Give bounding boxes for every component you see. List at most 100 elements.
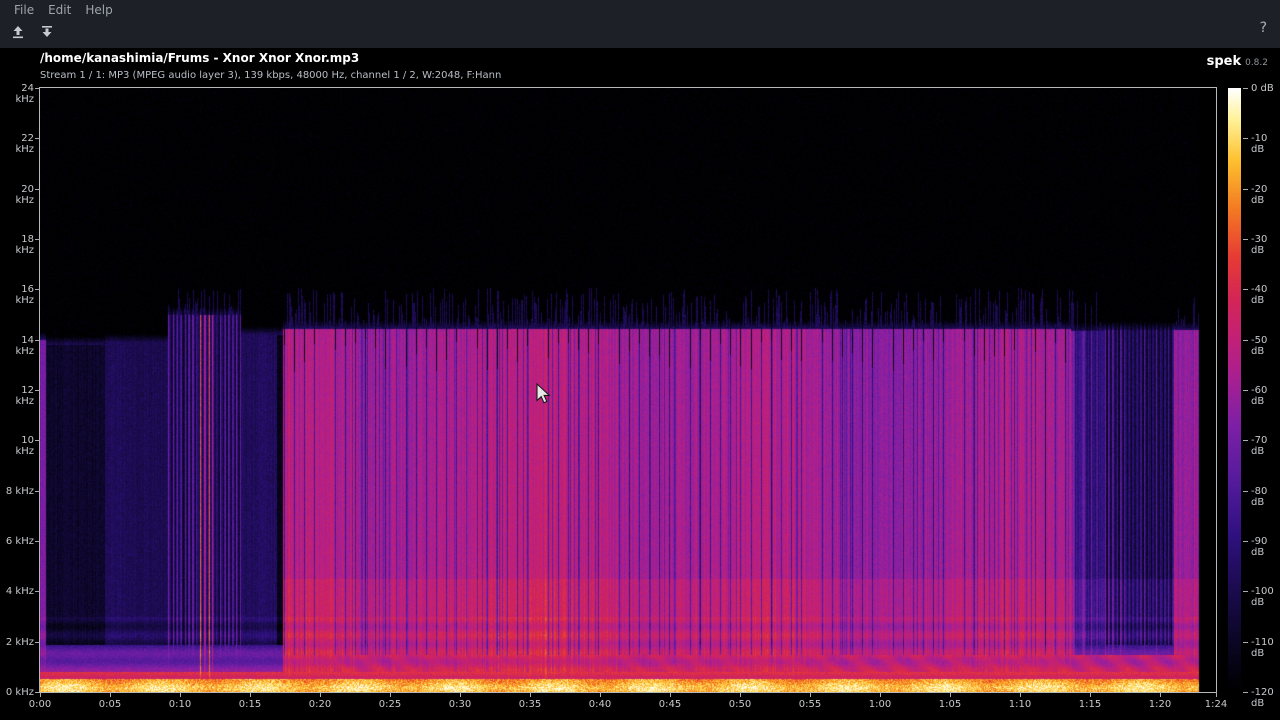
time-tick-label: 1:10 xyxy=(1008,699,1032,710)
db-tick xyxy=(1243,189,1248,190)
freq-tick-label: 22 kHz xyxy=(15,133,34,155)
db-tick xyxy=(1243,692,1248,693)
freq-tick xyxy=(35,189,40,190)
app-name: spek xyxy=(1206,54,1242,69)
freq-tick xyxy=(35,340,40,341)
time-tick xyxy=(1160,692,1161,697)
db-tick-label: -120 dB xyxy=(1251,687,1274,709)
open-file-button[interactable] xyxy=(9,25,27,43)
db-tick xyxy=(1243,88,1248,89)
time-tick xyxy=(880,692,881,697)
time-tick-label: 0:25 xyxy=(378,699,402,710)
freq-tick-label: 18 kHz xyxy=(15,234,34,256)
freq-tick-label: 16 kHz xyxy=(15,284,34,306)
freq-tick-label: 12 kHz xyxy=(15,385,34,407)
time-tick-label: 1:24 xyxy=(1204,699,1228,710)
freq-tick xyxy=(35,88,40,89)
help-icon[interactable]: ? xyxy=(1260,20,1267,36)
db-tick-label: -30 dB xyxy=(1251,234,1268,256)
time-tick-label: 0:55 xyxy=(798,699,822,710)
stream-info: Stream 1 / 1: MP3 (MPEG audio layer 3), … xyxy=(40,70,502,81)
db-tick-label: 0 dB xyxy=(1251,83,1274,94)
freq-tick-label: 8 kHz xyxy=(5,486,34,497)
toolbar xyxy=(0,19,56,48)
freq-tick-label: 14 kHz xyxy=(15,335,34,357)
freq-tick-label: 4 kHz xyxy=(5,586,34,597)
db-tick-label: -40 dB xyxy=(1251,284,1268,306)
db-tick xyxy=(1243,239,1248,240)
app-version: 0.8.2 xyxy=(1245,58,1268,68)
time-tick xyxy=(390,692,391,697)
time-tick xyxy=(950,692,951,697)
menu-file[interactable]: File xyxy=(7,3,41,17)
time-tick xyxy=(530,692,531,697)
db-tick-label: -10 dB xyxy=(1251,133,1268,155)
freq-tick xyxy=(35,440,40,441)
time-tick-label: 0:50 xyxy=(728,699,752,710)
time-tick-label: 0:05 xyxy=(98,699,122,710)
db-tick-label: -20 dB xyxy=(1251,184,1268,206)
time-tick-label: 1:15 xyxy=(1078,699,1102,710)
db-tick xyxy=(1243,390,1248,391)
freq-tick-label: 2 kHz xyxy=(5,637,34,648)
time-tick xyxy=(810,692,811,697)
db-tick xyxy=(1243,491,1248,492)
time-tick xyxy=(600,692,601,697)
save-file-button[interactable] xyxy=(38,25,56,43)
db-tick xyxy=(1243,138,1248,139)
db-tick xyxy=(1243,289,1248,290)
db-tick-label: -100 dB xyxy=(1251,586,1274,608)
time-tick xyxy=(460,692,461,697)
freq-tick xyxy=(35,642,40,643)
freq-tick-label: 20 kHz xyxy=(15,184,34,206)
time-tick-label: 0:20 xyxy=(308,699,332,710)
time-tick-label: 1:00 xyxy=(868,699,892,710)
time-tick xyxy=(320,692,321,697)
freq-tick-label: 24 kHz xyxy=(15,83,34,105)
time-tick xyxy=(110,692,111,697)
time-tick-label: 0:00 xyxy=(28,699,52,710)
time-tick-label: 1:05 xyxy=(938,699,962,710)
db-tick xyxy=(1243,642,1248,643)
db-tick xyxy=(1243,340,1248,341)
time-tick xyxy=(180,692,181,697)
db-tick-label: -80 dB xyxy=(1251,486,1268,508)
freq-tick-label: 0 kHz xyxy=(5,687,34,698)
freq-tick xyxy=(35,239,40,240)
freq-tick-label: 6 kHz xyxy=(5,536,34,547)
menu-help[interactable]: Help xyxy=(78,3,119,17)
time-tick xyxy=(250,692,251,697)
spectrogram-canvas xyxy=(40,88,1216,692)
db-tick xyxy=(1243,591,1248,592)
db-tick-label: -110 dB xyxy=(1251,637,1274,659)
freq-tick xyxy=(35,491,40,492)
freq-tick xyxy=(35,138,40,139)
menu-bar: File Edit Help xyxy=(0,0,120,19)
db-tick-label: -90 dB xyxy=(1251,536,1268,558)
time-tick xyxy=(1216,692,1217,697)
time-tick xyxy=(670,692,671,697)
file-path-title: /home/kanashimia/Frums - Xnor Xnor Xnor.… xyxy=(40,51,360,65)
time-tick-label: 0:15 xyxy=(238,699,262,710)
window-chrome: File Edit Help ? xyxy=(0,0,1280,48)
menu-edit[interactable]: Edit xyxy=(41,3,78,17)
db-tick-label: -70 dB xyxy=(1251,435,1268,457)
time-tick-label: 0:10 xyxy=(168,699,192,710)
time-tick xyxy=(1090,692,1091,697)
time-tick xyxy=(40,692,41,697)
freq-tick xyxy=(35,289,40,290)
db-tick-label: -50 dB xyxy=(1251,335,1268,357)
time-tick-label: 1:20 xyxy=(1148,699,1172,710)
time-tick-label: 0:45 xyxy=(658,699,682,710)
time-tick-label: 0:30 xyxy=(448,699,472,710)
time-tick xyxy=(1020,692,1021,697)
spek-window: File Edit Help ? /home/kanashimia/Frums … xyxy=(0,0,1280,720)
app-version-badge: spek 0.8.2 xyxy=(1207,50,1268,69)
db-tick xyxy=(1243,440,1248,441)
time-tick-label: 0:40 xyxy=(588,699,612,710)
open-icon xyxy=(10,24,26,44)
freq-tick xyxy=(35,541,40,542)
db-tick-label: -60 dB xyxy=(1251,385,1268,407)
freq-tick-label: 10 kHz xyxy=(15,435,34,457)
time-tick-label: 0:35 xyxy=(518,699,542,710)
